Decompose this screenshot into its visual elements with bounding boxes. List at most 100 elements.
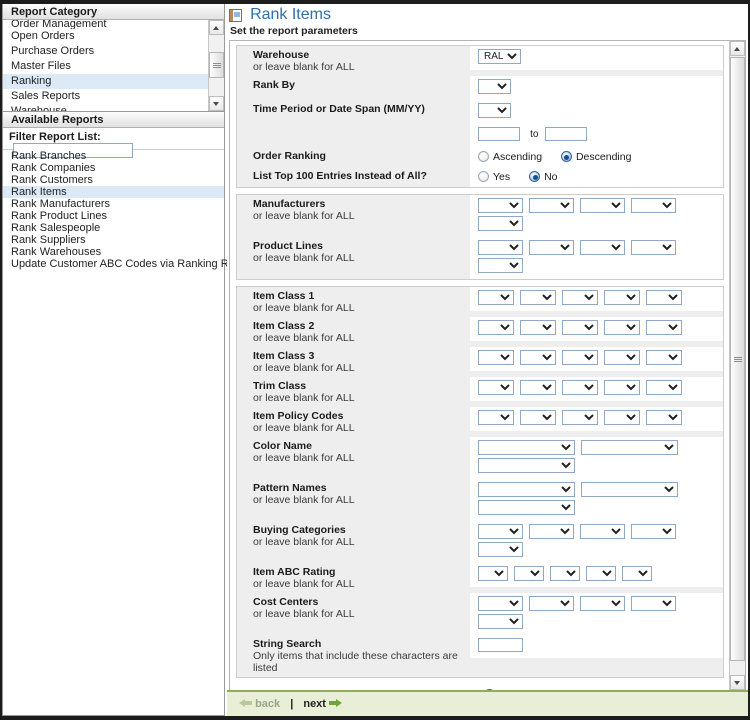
buying-categories-select-1[interactable] <box>478 524 523 539</box>
item-abc-rating-select-1[interactable] <box>478 566 508 581</box>
manufacturers-select-2[interactable] <box>529 198 574 213</box>
product-lines-select-5[interactable] <box>478 258 523 273</box>
report-item-rank-salespeople[interactable]: Rank Salespeople <box>3 222 224 234</box>
buying-categories-select-2[interactable] <box>529 524 574 539</box>
cost-centers-select-2[interactable] <box>529 596 574 611</box>
available-reports-list[interactable]: Rank Branches Rank Companies Rank Custom… <box>3 150 224 270</box>
item-class-1-select-3[interactable] <box>562 290 598 305</box>
radio-ascending[interactable]: Ascending <box>478 151 545 163</box>
form-scrollbar[interactable] <box>729 41 745 690</box>
report-item-rank-items[interactable]: Rank Items <box>3 186 224 198</box>
item-class-1-select-2[interactable] <box>520 290 556 305</box>
product-lines-label: Product Lines <box>253 240 470 252</box>
report-item-rank-manufacturers[interactable]: Rank Manufacturers <box>3 198 224 210</box>
pattern-names-select-2[interactable] <box>581 482 678 497</box>
manufacturers-select-3[interactable] <box>580 198 625 213</box>
category-item-order-management[interactable]: Order Management <box>3 20 208 29</box>
report-item-rank-suppliers[interactable]: Rank Suppliers <box>3 234 224 246</box>
color-name-select-1[interactable] <box>478 440 575 455</box>
radio-descending[interactable]: Descending <box>561 151 631 163</box>
item-class-2-select-5[interactable] <box>646 320 682 335</box>
pattern-names-select-3[interactable] <box>478 500 575 515</box>
item-policy-codes-control <box>470 407 723 431</box>
item-policy-codes-select-1[interactable] <box>478 410 514 425</box>
trim-class-select-4[interactable] <box>604 380 640 395</box>
report-item-rank-product-lines[interactable]: Rank Product Lines <box>3 210 224 222</box>
item-policy-codes-select-2[interactable] <box>520 410 556 425</box>
cost-centers-select-4[interactable] <box>631 596 676 611</box>
radio-top100-no[interactable]: No <box>529 171 557 183</box>
manufacturers-select-5[interactable] <box>478 216 523 231</box>
item-class-3-select-2[interactable] <box>520 350 556 365</box>
cost-centers-select-5[interactable] <box>478 614 523 629</box>
report-item-rank-companies[interactable]: Rank Companies <box>3 162 224 174</box>
item-policy-codes-select-3[interactable] <box>562 410 598 425</box>
category-item-sales-reports[interactable]: Sales Reports <box>3 89 208 104</box>
buying-categories-select-5[interactable] <box>478 542 523 557</box>
form-scroll-up-button[interactable] <box>730 41 745 56</box>
scrollbar-thumb[interactable] <box>209 52 224 78</box>
next-button[interactable]: next <box>303 698 326 710</box>
report-item-update-customer-abc-codes[interactable]: Update Customer ABC Codes via Ranking Re… <box>3 258 224 270</box>
form-scrollbar-thumb[interactable] <box>730 57 745 661</box>
report-item-rank-customers[interactable]: Rank Customers <box>3 174 224 186</box>
item-class-2-select-2[interactable] <box>520 320 556 335</box>
time-period-select[interactable] <box>478 103 511 118</box>
radio-descending-icon[interactable] <box>561 151 572 162</box>
item-class-3-select-1[interactable] <box>478 350 514 365</box>
category-item-master-files[interactable]: Master Files <box>3 59 208 74</box>
item-policy-codes-select-4[interactable] <box>604 410 640 425</box>
buying-categories-select-4[interactable] <box>631 524 676 539</box>
item-abc-rating-select-2[interactable] <box>514 566 544 581</box>
item-class-2-select-3[interactable] <box>562 320 598 335</box>
trim-class-select-5[interactable] <box>646 380 682 395</box>
item-class-1-select-5[interactable] <box>646 290 682 305</box>
cost-centers-select-3[interactable] <box>580 596 625 611</box>
back-button[interactable]: back <box>255 698 280 710</box>
item-class-1-select-4[interactable] <box>604 290 640 305</box>
item-class-3-select-5[interactable] <box>646 350 682 365</box>
manufacturers-select-4[interactable] <box>631 198 676 213</box>
scroll-down-button[interactable] <box>209 96 224 111</box>
form-scroll-down-button[interactable] <box>730 675 745 690</box>
item-abc-rating-select-4[interactable] <box>586 566 616 581</box>
category-item-purchase-orders[interactable]: Purchase Orders <box>3 44 208 59</box>
scroll-up-button[interactable] <box>209 20 224 35</box>
trim-class-select-3[interactable] <box>562 380 598 395</box>
item-abc-rating-select-5[interactable] <box>622 566 652 581</box>
manufacturers-select-1[interactable] <box>478 198 523 213</box>
item-abc-rating-select-3[interactable] <box>550 566 580 581</box>
product-lines-select-4[interactable] <box>631 240 676 255</box>
trim-class-select-2[interactable] <box>520 380 556 395</box>
pattern-names-select-1[interactable] <box>478 482 575 497</box>
buying-categories-select-3[interactable] <box>580 524 625 539</box>
product-lines-select-2[interactable] <box>529 240 574 255</box>
date-from-input[interactable] <box>478 127 520 141</box>
item-class-3-select-4[interactable] <box>604 350 640 365</box>
category-item-warehouse[interactable]: Warehouse <box>3 104 208 112</box>
product-lines-select-3[interactable] <box>580 240 625 255</box>
color-name-select-2[interactable] <box>581 440 678 455</box>
item-policy-codes-select-5[interactable] <box>646 410 682 425</box>
category-item-ranking[interactable]: Ranking <box>3 74 208 89</box>
date-to-input[interactable] <box>545 127 587 141</box>
category-item-open-orders[interactable]: Open Orders <box>3 29 208 44</box>
radio-top100-yes[interactable]: Yes <box>478 171 513 183</box>
item-class-1-select-1[interactable] <box>478 290 514 305</box>
category-list-scrollbar[interactable] <box>208 20 224 111</box>
item-class-2-select-1[interactable] <box>478 320 514 335</box>
item-class-2-select-4[interactable] <box>604 320 640 335</box>
report-item-rank-warehouses[interactable]: Rank Warehouses <box>3 246 224 258</box>
color-name-select-3[interactable] <box>478 458 575 473</box>
report-category-list[interactable]: Order Management Open Orders Purchase Or… <box>3 20 224 112</box>
radio-yes-icon[interactable] <box>478 171 489 182</box>
rank-by-select[interactable] <box>478 79 511 94</box>
cost-centers-select-1[interactable] <box>478 596 523 611</box>
radio-no-icon[interactable] <box>529 171 540 182</box>
warehouse-select[interactable]: RAL <box>478 49 521 64</box>
trim-class-select-1[interactable] <box>478 380 514 395</box>
radio-ascending-icon[interactable] <box>478 151 489 162</box>
item-class-3-select-3[interactable] <box>562 350 598 365</box>
string-search-input[interactable] <box>478 638 523 652</box>
product-lines-select-1[interactable] <box>478 240 523 255</box>
